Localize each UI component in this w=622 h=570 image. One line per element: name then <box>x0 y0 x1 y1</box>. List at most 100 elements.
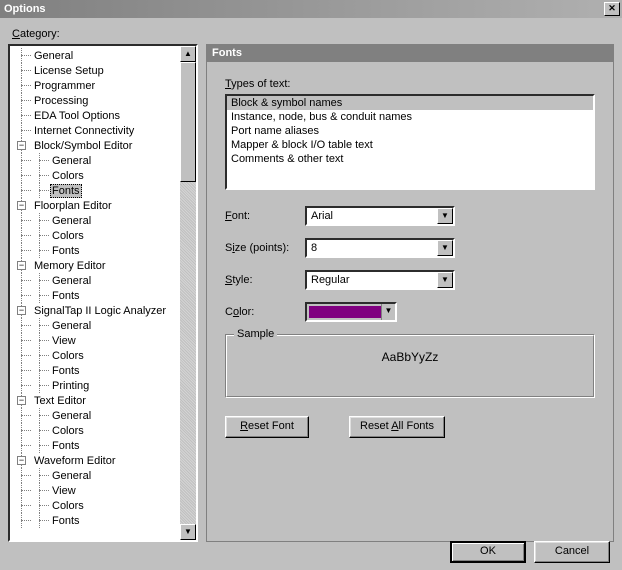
tree-item-eda-tool-options[interactable]: EDA Tool Options <box>14 108 180 123</box>
scroll-thumb[interactable] <box>180 62 196 182</box>
tree-item-label: Programmer <box>32 80 97 92</box>
tree-item-text-editor[interactable]: −Text Editor <box>14 393 180 408</box>
font-combo[interactable]: Arial ▼ <box>305 206 455 226</box>
category-tree[interactable]: GeneralLicense SetupProgrammerProcessing… <box>8 44 198 542</box>
style-value: Regular <box>307 274 354 286</box>
tree-item-label: Waveform Editor <box>32 455 118 467</box>
size-value: 8 <box>307 242 321 254</box>
tree-item-colors[interactable]: Colors <box>14 168 180 183</box>
size-label: Size (points): <box>225 242 305 254</box>
tree-item-general[interactable]: General <box>14 48 180 63</box>
font-label: Font: <box>225 210 305 222</box>
fonts-panel: Fonts Types of text: Block & symbol name… <box>206 44 614 542</box>
sample-text: AaBbYyZz <box>227 336 593 364</box>
tree-item-label: Fonts <box>50 515 82 527</box>
collapse-icon[interactable]: − <box>17 141 26 150</box>
tree-item-label: Block/Symbol Editor <box>32 140 134 152</box>
tree-item-label: Processing <box>32 95 90 107</box>
chevron-down-icon[interactable]: ▼ <box>437 272 453 288</box>
tree-item-processing[interactable]: Processing <box>14 93 180 108</box>
tree-item-colors[interactable]: Colors <box>14 498 180 513</box>
types-item[interactable]: Mapper & block I/O table text <box>227 138 593 152</box>
scroll-up-icon[interactable]: ▲ <box>180 46 196 62</box>
tree-item-label: Memory Editor <box>32 260 108 272</box>
tree-item-fonts[interactable]: Fonts <box>14 288 180 303</box>
tree-item-label: General <box>50 215 93 227</box>
types-item[interactable]: Instance, node, bus & conduit names <box>227 110 593 124</box>
tree-item-label: Fonts <box>50 365 82 377</box>
category-label: Category: <box>12 28 60 40</box>
tree-item-floorplan-editor[interactable]: −Floorplan Editor <box>14 198 180 213</box>
tree-item-general[interactable]: General <box>14 318 180 333</box>
collapse-icon[interactable]: − <box>17 201 26 210</box>
tree-item-label: Fonts <box>50 290 82 302</box>
tree-item-label: SignalTap II Logic Analyzer <box>32 305 168 317</box>
cancel-button[interactable]: Cancel <box>534 541 610 563</box>
tree-item-block-symbol-editor[interactable]: −Block/Symbol Editor <box>14 138 180 153</box>
tree-item-fonts[interactable]: Fonts <box>14 243 180 258</box>
tree-item-label: General <box>32 50 75 62</box>
tree-item-fonts[interactable]: Fonts <box>14 438 180 453</box>
tree-item-general[interactable]: General <box>14 273 180 288</box>
font-value: Arial <box>307 210 337 222</box>
tree-item-fonts[interactable]: Fonts <box>14 513 180 528</box>
tree-item-programmer[interactable]: Programmer <box>14 78 180 93</box>
types-label: Types of text: <box>225 78 595 90</box>
sample-group: AaBbYyZz Sample <box>225 334 595 398</box>
tree-item-colors[interactable]: Colors <box>14 423 180 438</box>
tree-scrollbar[interactable]: ▲ ▼ <box>180 46 196 540</box>
close-icon[interactable]: ✕ <box>604 2 620 16</box>
tree-item-fonts[interactable]: Fonts <box>14 183 180 198</box>
window-title: Options <box>4 3 46 15</box>
collapse-icon[interactable]: − <box>17 456 26 465</box>
tree-item-label: View <box>50 335 78 347</box>
size-combo[interactable]: 8 ▼ <box>305 238 455 258</box>
tree-item-general[interactable]: General <box>14 468 180 483</box>
tree-item-signaltap-ii-logic-analyzer[interactable]: −SignalTap II Logic Analyzer <box>14 303 180 318</box>
reset-all-fonts-button[interactable]: Reset All Fonts <box>349 416 445 438</box>
tree-item-colors[interactable]: Colors <box>14 228 180 243</box>
collapse-icon[interactable]: − <box>17 261 26 270</box>
types-item[interactable]: Block & symbol names <box>227 96 593 110</box>
tree-item-label: Printing <box>50 380 91 392</box>
tree-item-general[interactable]: General <box>14 153 180 168</box>
tree-item-label: General <box>50 410 93 422</box>
tree-item-view[interactable]: View <box>14 483 180 498</box>
tree-item-printing[interactable]: Printing <box>14 378 180 393</box>
types-item[interactable]: Port name aliases <box>227 124 593 138</box>
tree-item-general[interactable]: General <box>14 213 180 228</box>
tree-item-label: Colors <box>50 350 86 362</box>
types-item[interactable]: Comments & other text <box>227 152 593 166</box>
tree-item-general[interactable]: General <box>14 408 180 423</box>
tree-item-fonts[interactable]: Fonts <box>14 363 180 378</box>
collapse-icon[interactable]: − <box>17 396 26 405</box>
tree-item-colors[interactable]: Colors <box>14 348 180 363</box>
dialog-content: Category: GeneralLicense SetupProgrammer… <box>0 18 622 569</box>
chevron-down-icon[interactable]: ▼ <box>381 304 395 320</box>
color-combo[interactable]: ▼ <box>305 302 397 322</box>
tree-item-internet-connectivity[interactable]: Internet Connectivity <box>14 123 180 138</box>
tree-item-label: Text Editor <box>32 395 88 407</box>
style-label: Style: <box>225 274 305 286</box>
tree-item-label: Floorplan Editor <box>32 200 114 212</box>
scroll-track[interactable] <box>180 62 196 524</box>
titlebar: Options ✕ <box>0 0 622 18</box>
types-listbox[interactable]: Block & symbol namesInstance, node, bus … <box>225 94 595 190</box>
scroll-down-icon[interactable]: ▼ <box>180 524 196 540</box>
ok-button[interactable]: OK <box>450 541 526 563</box>
tree-item-memory-editor[interactable]: −Memory Editor <box>14 258 180 273</box>
style-combo[interactable]: Regular ▼ <box>305 270 455 290</box>
chevron-down-icon[interactable]: ▼ <box>437 240 453 256</box>
tree-item-label: EDA Tool Options <box>32 110 122 122</box>
collapse-icon[interactable]: − <box>17 306 26 315</box>
tree-item-label: General <box>50 470 93 482</box>
panel-title: Fonts <box>206 44 614 62</box>
tree-item-label: Colors <box>50 170 86 182</box>
tree-item-label: Colors <box>50 425 86 437</box>
chevron-down-icon[interactable]: ▼ <box>437 208 453 224</box>
reset-font-button[interactable]: Reset Font <box>225 416 309 438</box>
tree-item-view[interactable]: View <box>14 333 180 348</box>
tree-item-license-setup[interactable]: License Setup <box>14 63 180 78</box>
tree-item-waveform-editor[interactable]: −Waveform Editor <box>14 453 180 468</box>
tree-item-label: Internet Connectivity <box>32 125 136 137</box>
